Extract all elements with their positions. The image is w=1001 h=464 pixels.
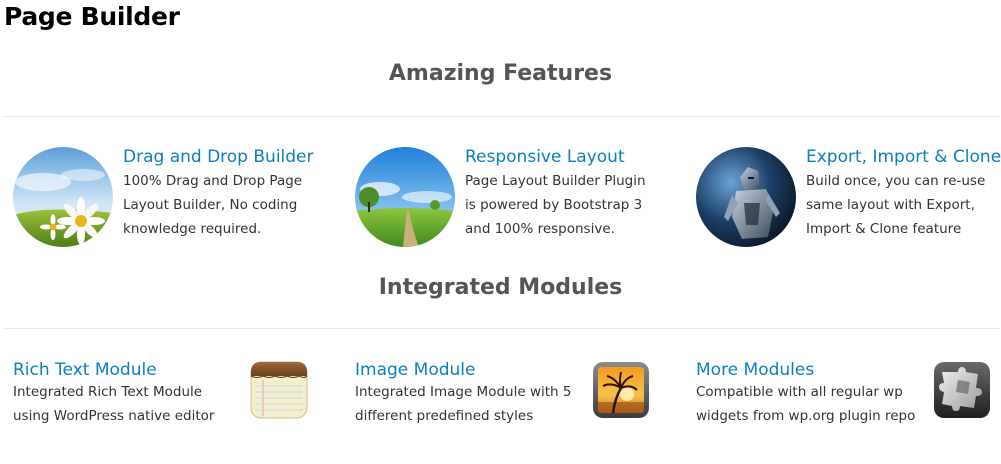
modules-divider xyxy=(4,328,1000,329)
feature-drag-and-drop: Drag and Drop Builder 100% Drag and Drop… xyxy=(13,147,314,257)
feature-responsive-layout: Responsive Layout Page Layout Builder Pl… xyxy=(355,147,655,257)
module-image: Image Module Integrated Image Module wit… xyxy=(355,360,667,440)
feature-title-drag-and-drop[interactable]: Drag and Drop Builder xyxy=(123,147,314,167)
page-title: Page Builder xyxy=(4,2,180,31)
module-title-more-modules[interactable]: More Modules xyxy=(696,360,814,380)
module-title-image[interactable]: Image Module xyxy=(355,360,475,380)
feature-title-export-import-clone[interactable]: Export, Import & Clone xyxy=(806,147,1001,167)
amazing-features-heading: Amazing Features xyxy=(388,61,613,86)
photo-palm-sunset-icon xyxy=(591,360,651,420)
feature-text-responsive-layout: Page Layout Builder Plugin is powered by… xyxy=(465,173,646,237)
module-rich-text: Rich Text Module Integrated Rich Text Mo… xyxy=(13,360,325,440)
module-more-modules: More Modules Compatible with all regular… xyxy=(696,360,1001,440)
feature-export-import-clone: Export, Import & Clone Build once, you c… xyxy=(696,147,1001,257)
features-divider xyxy=(4,116,1000,117)
feature-title-responsive-layout[interactable]: Responsive Layout xyxy=(465,147,625,167)
module-text-rich-text: Integrated Rich Text Module using WordPr… xyxy=(13,384,215,424)
feature-text-export-import-clone: Build once, you can re-use same layout w… xyxy=(806,173,986,237)
integrated-modules-heading: Integrated Modules xyxy=(378,275,623,300)
module-title-rich-text[interactable]: Rich Text Module xyxy=(13,360,157,380)
module-text-more-modules: Compatible with all regular wp widgets f… xyxy=(696,384,916,424)
armored-knight-image xyxy=(696,147,796,247)
puzzle-pieces-icon xyxy=(932,360,992,420)
feature-text-drag-and-drop: 100% Drag and Drop Page Layout Builder, … xyxy=(123,173,303,237)
module-text-image: Integrated Image Module with 5 different… xyxy=(355,384,572,424)
green-field-path-image xyxy=(355,147,455,247)
daisy-sky-image xyxy=(13,147,113,247)
notepad-icon xyxy=(249,360,309,420)
